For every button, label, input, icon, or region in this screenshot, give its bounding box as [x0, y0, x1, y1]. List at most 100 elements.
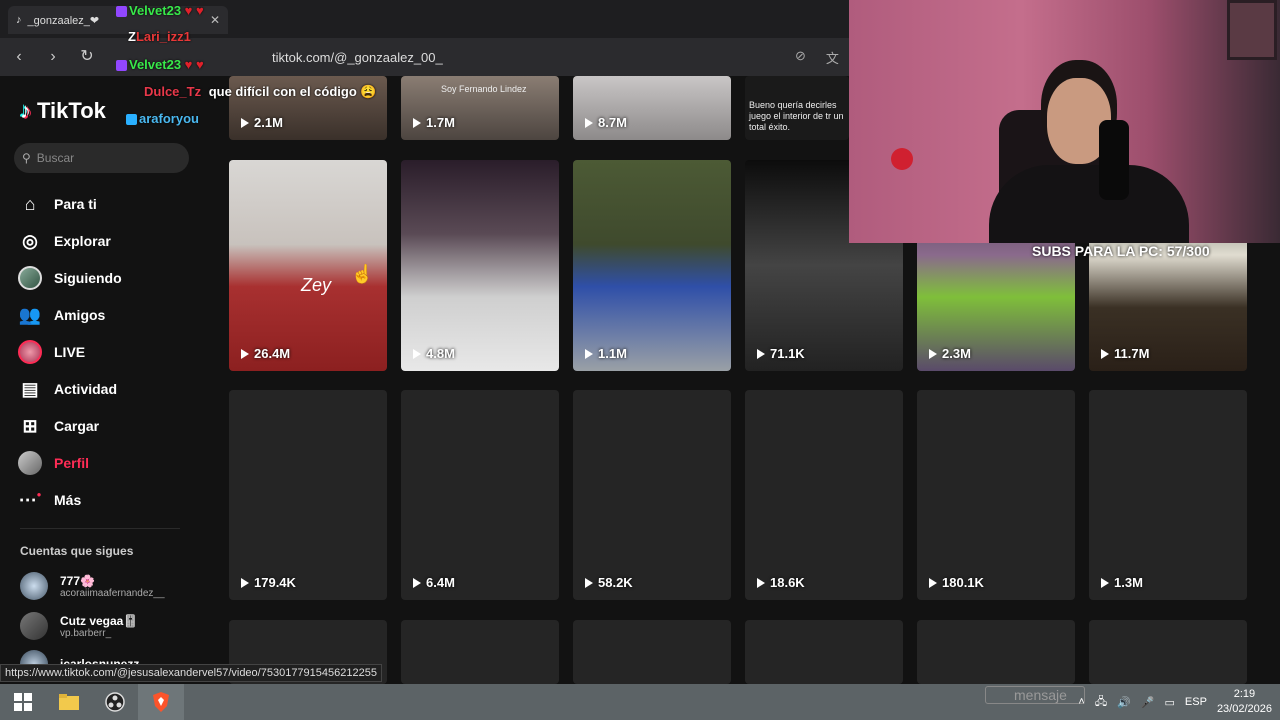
- sub-badge-icon: [116, 60, 127, 72]
- view-count: 2.1M: [241, 115, 283, 130]
- play-icon: [585, 577, 593, 588]
- sidebar-item-label: Amigos: [54, 307, 106, 323]
- tiktok-logo[interactable]: ♪ TikTok: [20, 98, 106, 124]
- address-bar[interactable]: tiktok.com/@_gonzaalez_00_: [200, 45, 850, 69]
- video-tile[interactable]: 1.3M: [1089, 390, 1247, 600]
- video-tile[interactable]: [573, 620, 731, 684]
- sidebar-item-live[interactable]: LIVE: [18, 340, 85, 364]
- system-tray: ˄ 🖧 🔊 🎤 ▭ ESP 2:19 23/02/2026: [1078, 684, 1272, 720]
- back-button[interactable]: ‹: [10, 48, 28, 66]
- no-access-icon[interactable]: ⊘: [795, 48, 806, 67]
- video-tile[interactable]: [745, 620, 903, 684]
- video-tile[interactable]: [917, 620, 1075, 684]
- search-icon: ⚲: [22, 151, 31, 165]
- sidebar-item-siguiendo[interactable]: Siguiendo: [18, 266, 122, 290]
- view-count: 26.4M: [241, 346, 290, 361]
- sidebar-item-perfil[interactable]: Perfil: [18, 451, 89, 475]
- video-caption: Bueno quería decirles juego el interior …: [749, 100, 844, 132]
- logo-text: TikTok: [37, 98, 106, 123]
- volume-icon[interactable]: 🔊: [1117, 696, 1131, 709]
- sidebar-item-label: Cargar: [54, 418, 100, 434]
- forward-button[interactable]: ›: [44, 48, 62, 66]
- video-tile[interactable]: [401, 620, 559, 684]
- sub-badge-icon: [126, 114, 137, 126]
- activity-icon: ▤: [21, 378, 39, 399]
- heart-emote-icon: ♥ ♥: [184, 57, 204, 72]
- following-avatar: [18, 266, 42, 290]
- play-icon: [241, 348, 249, 359]
- reload-button[interactable]: ↻: [78, 48, 96, 66]
- play-icon: [241, 117, 249, 128]
- wall-frame: [1227, 0, 1277, 60]
- account-handle: vp.barberr_: [60, 627, 112, 639]
- live-avatar: [18, 340, 42, 364]
- play-icon: [413, 577, 421, 588]
- video-tile[interactable]: 180.1K: [917, 390, 1075, 600]
- microphone: [1099, 120, 1129, 200]
- sidebar-item-amigos[interactable]: 👥 Amigos: [18, 303, 106, 327]
- video-tile[interactable]: 179.4K: [229, 390, 387, 600]
- followed-account[interactable]: Cutz vegaa🎚️ vp.barberr_: [20, 612, 138, 640]
- sidebar-item-actividad[interactable]: ▤ Actividad: [18, 377, 117, 401]
- sidebar-item-explorar[interactable]: ◎ Explorar: [18, 229, 111, 253]
- sidebar-item-label: Siguiendo: [54, 270, 122, 286]
- followed-account[interactable]: 777🌸 acoraiimaafernandez__: [20, 572, 165, 600]
- battery-icon[interactable]: ▭: [1165, 696, 1175, 709]
- play-icon: [757, 577, 765, 588]
- heart-emote-icon: ♥ ♥: [184, 3, 204, 18]
- view-count: 1.1M: [585, 346, 627, 361]
- url-text: tiktok.com/@_gonzaalez_00_: [272, 49, 443, 65]
- play-icon: [585, 117, 593, 128]
- video-tile[interactable]: 6.4M: [401, 390, 559, 600]
- clock[interactable]: 2:19 23/02/2026: [1217, 687, 1272, 717]
- webcam-overlay: [849, 0, 1280, 243]
- search-input[interactable]: ⚲ Buscar: [14, 143, 189, 173]
- file-explorer-icon[interactable]: [46, 684, 92, 720]
- account-handle: acoraiimaafernandez__: [60, 587, 165, 599]
- upload-icon: ⊞: [22, 415, 38, 436]
- obs-icon[interactable]: [92, 684, 138, 720]
- home-icon: ⌂: [24, 193, 36, 214]
- video-tile[interactable]: 4.8M: [401, 160, 559, 371]
- chat-input-hint[interactable]: mensaje: [985, 686, 1085, 704]
- play-icon: [929, 348, 937, 359]
- video-tile[interactable]: [1089, 620, 1247, 684]
- view-count: 11.7M: [1101, 346, 1149, 361]
- play-icon: [585, 348, 593, 359]
- sidebar-item-label: Explorar: [54, 233, 111, 249]
- play-icon: [1101, 348, 1109, 359]
- translate-icon[interactable]: 文: [826, 48, 839, 67]
- red-device: [891, 148, 913, 170]
- video-tile[interactable]: 18.6K: [745, 390, 903, 600]
- sidebar-item-label: LIVE: [54, 344, 86, 360]
- sidebar-item-cargar[interactable]: ⊞ Cargar: [18, 414, 99, 438]
- sidebar-item-para-ti[interactable]: ⌂ Para ti: [18, 192, 97, 216]
- video-tile[interactable]: 8.7M: [573, 76, 731, 140]
- divider: [20, 528, 180, 529]
- tiktok-favicon-icon: ♪: [16, 14, 22, 26]
- video-tile[interactable]: 58.2K: [573, 390, 731, 600]
- account-name: Cutz vegaa🎚️: [60, 613, 139, 628]
- video-tile[interactable]: Zey 26.4M ☝: [229, 160, 387, 371]
- view-count: 58.2K: [585, 575, 633, 590]
- streamer-body: [989, 165, 1189, 243]
- z-badge-icon: Z: [128, 29, 136, 44]
- subs-goal-text: SUBS PARA LA PC: 57/300: [1032, 243, 1210, 259]
- windows-start-icon[interactable]: [0, 684, 46, 720]
- video-tile[interactable]: Bueno quería decirles juego el interior …: [745, 76, 849, 140]
- play-icon: [1101, 577, 1109, 588]
- language-indicator[interactable]: ESP: [1185, 696, 1207, 708]
- account-name: 777🌸: [60, 573, 95, 588]
- network-icon[interactable]: 🖧: [1095, 693, 1107, 712]
- video-tile[interactable]: Soy Fernando Lindez 1.7M: [401, 76, 559, 140]
- close-tab-icon[interactable]: ✕: [210, 13, 220, 27]
- brave-browser-icon[interactable]: [138, 684, 184, 720]
- view-count: 180.1K: [929, 575, 984, 590]
- chat-message: Dulce_Tz que difícil con el código 😩: [144, 84, 377, 99]
- chat-message: ZLari_izz1: [128, 29, 191, 44]
- chevron-up-icon[interactable]: ˄: [1078, 696, 1084, 708]
- chat-message: araforyou: [126, 111, 199, 126]
- microphone-icon[interactable]: 🎤: [1141, 696, 1155, 709]
- sidebar-item-mas[interactable]: ⋯ ● Más: [18, 488, 82, 512]
- video-tile[interactable]: 1.1M: [573, 160, 731, 371]
